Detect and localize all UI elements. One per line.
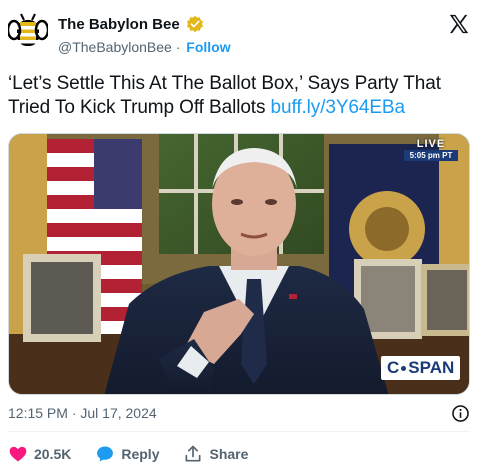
tweet-timestamp[interactable]: 12:15 PM · Jul 17, 2024 — [8, 405, 157, 421]
cspan-logo: C SPAN — [381, 356, 461, 380]
divider — [8, 431, 470, 432]
x-logo-icon[interactable] — [448, 13, 470, 35]
author-handle[interactable]: @TheBabylonBee — [58, 39, 172, 55]
author-name-row: The Babylon Bee — [58, 15, 204, 33]
author-handle-row: @TheBabylonBee · Follow — [58, 39, 231, 55]
handle-separator: · — [175, 39, 181, 55]
heart-icon — [9, 446, 27, 462]
tweet-card: The Babylon Bee @TheBabylonBee · Follow … — [0, 0, 482, 472]
share-button[interactable]: Share — [183, 444, 248, 464]
cspan-dot-icon — [401, 365, 407, 371]
cspan-logo-span: SPAN — [408, 358, 455, 377]
tweet-actions: 20.5K Reply Share — [8, 443, 272, 465]
cspan-logo-c: C — [387, 358, 400, 377]
share-label: Share — [209, 446, 249, 462]
reply-bubble-icon — [97, 446, 114, 462]
live-badge: LIVE 5:05 pm PT — [398, 138, 464, 161]
live-time: 5:05 pm PT — [404, 150, 458, 161]
author-name[interactable]: The Babylon Bee — [58, 16, 180, 33]
live-label: LIVE — [416, 138, 446, 150]
tweet-media[interactable]: LIVE 5:05 pm PT C SPAN — [8, 133, 470, 395]
reply-button[interactable]: Reply — [95, 444, 159, 464]
info-icon[interactable] — [451, 404, 470, 423]
tweet-link[interactable]: buff.ly/3Y64EBa — [271, 97, 406, 118]
like-count: 20.5K — [34, 446, 72, 462]
tweet-text: ‘Let’s Settle This At The Ballot Box,’ S… — [8, 72, 474, 120]
bee-logo-icon[interactable] — [8, 12, 48, 52]
follow-button[interactable]: Follow — [186, 39, 230, 55]
like-button[interactable]: 20.5K — [8, 444, 71, 464]
verified-badge-icon — [186, 15, 203, 33]
share-icon — [185, 445, 201, 462]
reply-label: Reply — [121, 446, 160, 462]
